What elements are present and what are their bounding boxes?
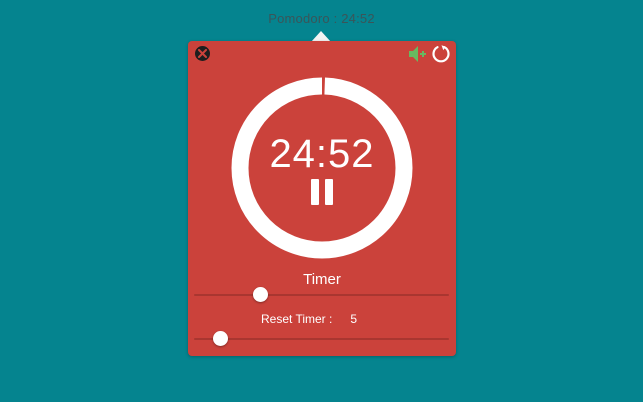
refresh-icon	[432, 45, 450, 63]
reset-timer-label: Reset Timer :	[261, 312, 333, 326]
progress-ring: 24:52	[230, 76, 414, 260]
timer-slider[interactable]	[194, 285, 449, 305]
menubar-title[interactable]: Pomodoro : 24:52	[0, 11, 643, 26]
reset-timer-row: Reset Timer : 5	[261, 312, 357, 326]
close-icon	[198, 49, 207, 58]
sound-button[interactable]	[408, 45, 428, 63]
timer-slider-track	[194, 294, 449, 296]
reset-timer-slider[interactable]	[194, 329, 449, 349]
reset-slider-track	[194, 338, 449, 340]
speaker-icon	[409, 46, 426, 62]
reset-slider-knob[interactable]	[212, 331, 228, 346]
close-button[interactable]	[195, 46, 210, 61]
reset-timer-value: 5	[350, 312, 358, 326]
pause-button[interactable]	[311, 179, 333, 205]
time-display: 24:52	[269, 132, 375, 176]
timer-slider-knob[interactable]	[253, 287, 269, 302]
refresh-button[interactable]	[431, 44, 451, 64]
pomodoro-panel: 24:52 Timer Reset Timer :5	[188, 41, 456, 356]
pause-icon-bar	[325, 179, 333, 205]
pause-icon	[311, 179, 319, 205]
